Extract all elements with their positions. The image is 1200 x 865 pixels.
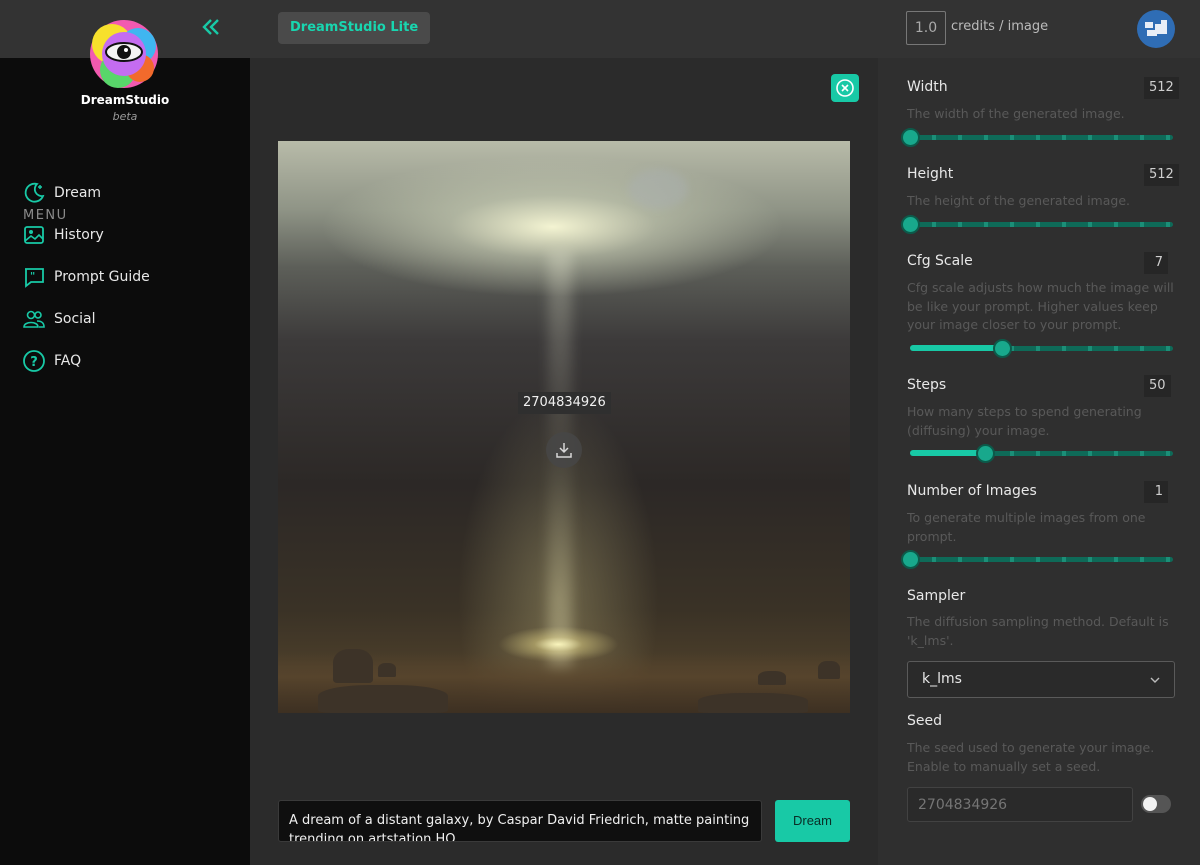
cfg-scale-label: Cfg Scale [907,253,973,269]
users-icon [22,307,46,331]
seed-toggle[interactable] [1141,795,1171,813]
svg-text:": " [30,271,35,282]
dream-button[interactable]: Dream [775,800,850,842]
quote-bubble-icon: " [22,265,46,289]
sidebar-item-dream[interactable]: Dream [22,179,101,207]
svg-text:?: ? [30,355,38,370]
chevron-down-icon [1150,677,1160,683]
slider-thumb[interactable] [901,215,920,234]
sidebar-item-label: History [54,227,104,243]
seed-description: The seed used to generate your image. En… [907,740,1155,774]
slider-thumb[interactable] [993,339,1013,358]
download-button[interactable] [546,432,582,468]
credits-label: credits / image [951,19,1049,34]
slider-thumb[interactable] [901,550,920,569]
product-badge: DreamStudio Lite [278,12,431,44]
num-images-slider[interactable] [901,549,1173,569]
cfg-scale-description: Cfg scale adjusts how much the image wil… [907,280,1174,332]
sidebar-item-label: Prompt Guide [54,269,150,285]
steps-label: Steps [907,377,947,393]
seed-label: Seed [907,713,942,729]
num-images-label: Number of Images [907,483,1037,499]
generated-image[interactable] [278,141,850,713]
sidebar-item-history[interactable]: History [22,221,104,249]
question-circle-icon: ? [22,349,46,373]
sidebar-item-prompt-guide[interactable]: " Prompt Guide [22,263,150,291]
height-description: The height of the generated image. [907,193,1130,208]
image-gallery-icon [22,223,46,247]
app-subtitle: beta [112,110,138,123]
user-avatar[interactable] [1137,10,1175,48]
cfg-scale-value: 7 [1144,252,1168,274]
dreamstudio-logo [84,14,164,94]
double-chevron-left-icon [202,19,219,35]
app-name: DreamStudio [80,93,170,107]
sidebar-item-label: FAQ [54,353,82,369]
width-slider[interactable] [901,127,1173,147]
height-slider[interactable] [901,214,1173,234]
steps-value: 50 [1144,375,1171,397]
sidebar: MENU Dream History " Prompt Guide Social… [0,58,250,865]
image-seed-label: 2704834926 [518,392,611,414]
sampler-description: The diffusion sampling method. Default i… [907,614,1169,648]
slider-thumb[interactable] [901,128,920,147]
sidebar-item-social[interactable]: Social [22,305,96,333]
sidebar-item-label: Social [54,311,96,327]
width-label: Width [907,79,948,95]
seed-input[interactable] [907,787,1133,822]
close-image-button[interactable] [831,74,859,102]
close-circle-icon [836,79,854,97]
sampler-select[interactable]: k_lms [907,661,1175,698]
steps-slider[interactable] [910,443,1173,463]
download-icon [556,443,572,458]
credits-value: 1.0 [906,11,946,45]
sampler-selected-value: k_lms [922,671,962,687]
prompt-input[interactable]: A dream of a distant galaxy, by Caspar D… [278,800,762,842]
num-images-description: To generate multiple images from one pro… [907,510,1146,544]
cfg-scale-slider[interactable] [910,338,1173,358]
sampler-label: Sampler [907,588,966,604]
num-images-value: 1 [1144,481,1168,503]
moon-stars-icon [22,181,46,205]
steps-description: How many steps to spend generating (diff… [907,404,1142,438]
height-label: Height [907,166,954,182]
width-description: The width of the generated image. [907,106,1125,121]
toggle-knob [1143,797,1157,811]
sidebar-item-label: Dream [54,185,102,201]
sidebar-item-faq[interactable]: ? FAQ [22,347,81,375]
height-value: 512 [1144,164,1179,186]
collapse-sidebar-button[interactable] [198,14,224,40]
width-value: 512 [1144,77,1179,99]
slider-thumb[interactable] [975,444,995,463]
top-bar: DreamStudio Lite 1.0 credits / image [0,0,1200,58]
